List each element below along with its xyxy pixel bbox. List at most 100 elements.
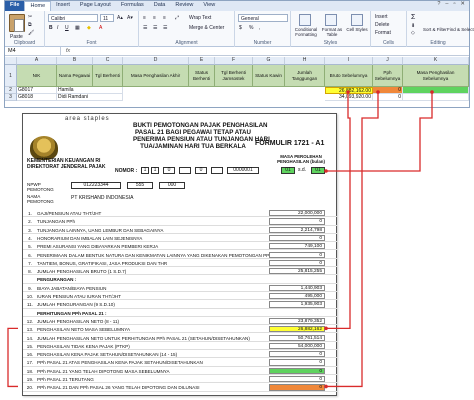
cell-i2[interactable]: 26,882,162.00: [325, 87, 373, 94]
header-cell-nama-pegawai[interactable]: Nama Pegawai: [57, 65, 93, 87]
header-cell-tgl-berhenti-jamsostek[interactable]: Tgl Berhenti Jamsostek: [215, 65, 253, 87]
sort-filter-button[interactable]: Sort & Filter: [423, 27, 447, 32]
row-header-2[interactable]: 2: [5, 87, 17, 94]
form-line-value[interactable]: 54,000,000: [269, 342, 325, 350]
cell-a2[interactable]: G8017: [17, 87, 57, 94]
header-cell-masa-penghasilan-sebelumnya[interactable]: Masa Penghasilan Sebelumnya: [403, 65, 469, 87]
form-line-value[interactable]: 22,000,000: [269, 210, 325, 217]
insert-function-icon[interactable]: fx: [61, 47, 75, 55]
tab-view[interactable]: View: [198, 1, 220, 11]
form-line-value[interactable]: 25,815,255: [269, 268, 325, 275]
column-header-c[interactable]: C: [93, 57, 123, 65]
italic-button[interactable]: I: [57, 25, 58, 31]
form-line-value[interactable]: 1,935,903: [269, 301, 325, 308]
nomor-box-2[interactable]: 1: [151, 167, 159, 174]
row-header-3[interactable]: 3: [5, 94, 17, 101]
nama-pemotong-value[interactable]: PT KRISHAND INDONESIA: [71, 195, 133, 201]
align-left-icon[interactable]: ☰: [143, 25, 147, 31]
masa-from-box[interactable]: 01: [281, 167, 295, 174]
font-size-select[interactable]: 11: [100, 14, 114, 22]
cell-k3[interactable]: [403, 94, 469, 101]
column-header-f[interactable]: F: [215, 57, 253, 65]
form-line-value[interactable]: 50,761,514: [269, 334, 325, 341]
column-header-h[interactable]: H: [285, 57, 325, 65]
tab-insert[interactable]: Insert: [51, 1, 75, 11]
currency-button[interactable]: $: [239, 25, 242, 31]
wrap-text-button[interactable]: Wrap Text: [189, 15, 211, 21]
nomor-box-5[interactable]: 0: [195, 167, 207, 174]
fill-color-icon[interactable]: ◆: [87, 25, 91, 31]
npwp-box-1[interactable]: 012223344: [71, 182, 121, 189]
header-cell-status-berhenti[interactable]: Status Berhenti: [189, 65, 215, 87]
header-cell-masa-penghasilan-akhir[interactable]: Masa Penghasilan Akhir: [123, 65, 189, 87]
form-line-value[interactable]: 26,882,162: [269, 326, 325, 333]
number-format-select[interactable]: General: [238, 14, 288, 22]
form-line-value[interactable]: 0: [269, 234, 325, 242]
conditional-formatting-icon[interactable]: [299, 14, 311, 26]
form-line-value[interactable]: 0: [269, 384, 325, 391]
cell-j2[interactable]: 0: [373, 87, 403, 94]
find-select-button[interactable]: Find & Select: [447, 27, 474, 32]
form-line-value[interactable]: 0: [269, 359, 325, 366]
shrink-font-icon[interactable]: A▾: [127, 15, 133, 21]
form-line-value[interactable]: 0: [269, 351, 325, 358]
align-center-icon[interactable]: ☰: [153, 25, 157, 31]
form-line-value[interactable]: 1,440,903: [269, 284, 325, 291]
fill-icon[interactable]: ⬇: [411, 23, 415, 29]
form-line-value[interactable]: 23,879,352: [269, 317, 325, 325]
grow-font-icon[interactable]: A▴: [117, 15, 123, 21]
column-header-i[interactable]: I: [325, 57, 373, 65]
row-header-1[interactable]: 1: [5, 65, 17, 87]
column-header-k[interactable]: K: [403, 57, 469, 65]
name-box[interactable]: M4: [5, 47, 61, 55]
form-line-value[interactable]: 0: [269, 259, 325, 267]
restore-icon[interactable]: ▫: [453, 1, 455, 11]
clear-icon[interactable]: ◇: [411, 30, 415, 36]
form-line-value[interactable]: 495,000: [269, 293, 325, 300]
form-line-value[interactable]: 749,100: [269, 243, 325, 250]
close-icon[interactable]: ✕: [460, 1, 465, 11]
nomor-box-4[interactable]: [179, 167, 191, 174]
cut-icon[interactable]: ✂: [28, 14, 32, 20]
format-as-table-icon[interactable]: [325, 14, 337, 26]
format-cells-button[interactable]: Format: [375, 30, 391, 36]
align-top-icon[interactable]: ≡: [143, 15, 146, 21]
percent-button[interactable]: %: [249, 25, 253, 31]
tab-page-layout[interactable]: Page Layout: [75, 1, 116, 11]
cell-styles-button[interactable]: Cell Styles: [346, 27, 368, 32]
tab-home[interactable]: Home: [24, 1, 52, 11]
cell-b2[interactable]: Hamila: [57, 87, 123, 94]
form-line-value[interactable]: 0: [269, 367, 325, 374]
header-cell-tgl-berhenti[interactable]: Tgl Berhenti: [93, 65, 123, 87]
orientation-icon[interactable]: ⤢: [175, 15, 179, 21]
delete-cells-button[interactable]: Delete: [375, 22, 389, 28]
column-header-a[interactable]: A: [17, 57, 57, 65]
cell-b3[interactable]: Didi Ramdani: [57, 94, 123, 101]
header-cell-jumlah-tanggungan[interactable]: Jumlah Tanggungan: [285, 65, 325, 87]
nomor-box-6[interactable]: [211, 167, 223, 174]
comma-button[interactable]: ,: [259, 25, 260, 31]
cell-j3[interactable]: 0: [373, 94, 403, 101]
tab-formulas[interactable]: Formulas: [116, 1, 149, 11]
insert-cells-button[interactable]: Insert: [375, 14, 388, 20]
select-all-corner[interactable]: [5, 57, 17, 65]
header-cell-bruto-sebelumnya[interactable]: Bruto Sebelumnya: [325, 65, 373, 87]
font-name-select[interactable]: Calibri: [48, 14, 98, 22]
align-right-icon[interactable]: ☰: [163, 25, 167, 31]
form-line-value[interactable]: 0: [269, 251, 325, 258]
worksheet-grid[interactable]: A B C D E F G H I J K 1 2 3 NIK Nama Peg…: [5, 57, 469, 107]
column-header-e[interactable]: E: [189, 57, 215, 65]
underline-button[interactable]: U: [65, 25, 69, 31]
header-cell-nik[interactable]: NIK: [17, 65, 57, 87]
header-cell-status-kawin[interactable]: Status Kawin: [253, 65, 285, 87]
cell-a3[interactable]: G8018: [17, 94, 57, 101]
tab-file[interactable]: File: [5, 1, 25, 11]
autosum-button[interactable]: Σ: [411, 14, 415, 21]
tab-review[interactable]: Review: [170, 1, 198, 11]
font-color-icon[interactable]: A: [99, 25, 102, 31]
paste-icon[interactable]: [9, 14, 25, 32]
form-line-value[interactable]: 0: [269, 376, 325, 383]
masa-to-box[interactable]: 01: [311, 167, 325, 174]
tab-data[interactable]: Data: [149, 1, 171, 11]
formula-input[interactable]: [75, 47, 469, 55]
